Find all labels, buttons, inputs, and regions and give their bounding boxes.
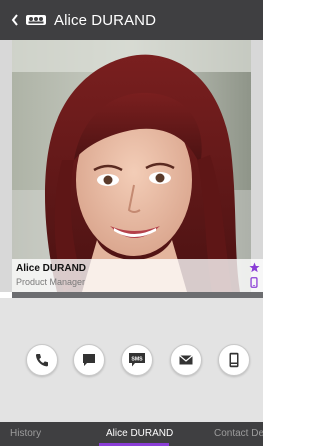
mobile-device-icon bbox=[229, 352, 239, 368]
email-icon bbox=[179, 355, 193, 365]
action-bar: Alice DURAND bbox=[0, 0, 263, 40]
contact-role: Product Manager bbox=[16, 277, 86, 287]
contacts-icon bbox=[26, 15, 46, 25]
star-icon[interactable] bbox=[249, 262, 260, 273]
app-icon[interactable] bbox=[26, 0, 48, 40]
email-button[interactable] bbox=[170, 344, 202, 376]
chat-message-icon bbox=[83, 354, 95, 366]
portrait-image bbox=[12, 40, 251, 292]
contact-photo[interactable] bbox=[12, 40, 251, 292]
mobile-device-button[interactable] bbox=[218, 344, 250, 376]
chat-button[interactable] bbox=[73, 344, 105, 376]
sms-button[interactable]: SMS bbox=[121, 344, 153, 376]
contact-actions: SMS bbox=[0, 298, 263, 422]
phone-call-icon bbox=[35, 354, 48, 367]
back-button[interactable] bbox=[8, 0, 22, 40]
call-button[interactable] bbox=[26, 344, 58, 376]
tab-contact-details[interactable]: Contact De bbox=[214, 428, 263, 439]
contact-name: Alice DURAND bbox=[16, 263, 87, 274]
contact-photo-frame: Alice DURAND Product Manager bbox=[0, 40, 263, 292]
tab-contact[interactable]: Alice DURAND bbox=[106, 428, 173, 439]
contact-name-overlay: Alice DURAND Product Manager bbox=[12, 259, 263, 292]
tab-strip: History Alice DURAND Contact De bbox=[0, 422, 263, 446]
sms-icon-label: SMS bbox=[131, 357, 143, 363]
sms-icon: SMS bbox=[129, 353, 145, 367]
mobile-phone-icon bbox=[250, 277, 258, 288]
tab-history[interactable]: History bbox=[10, 428, 41, 439]
page-title: Alice DURAND bbox=[54, 11, 157, 29]
contact-detail-screen: Alice DURAND Alice DURAND Product Manage… bbox=[0, 0, 263, 446]
chevron-left-icon bbox=[11, 14, 18, 26]
